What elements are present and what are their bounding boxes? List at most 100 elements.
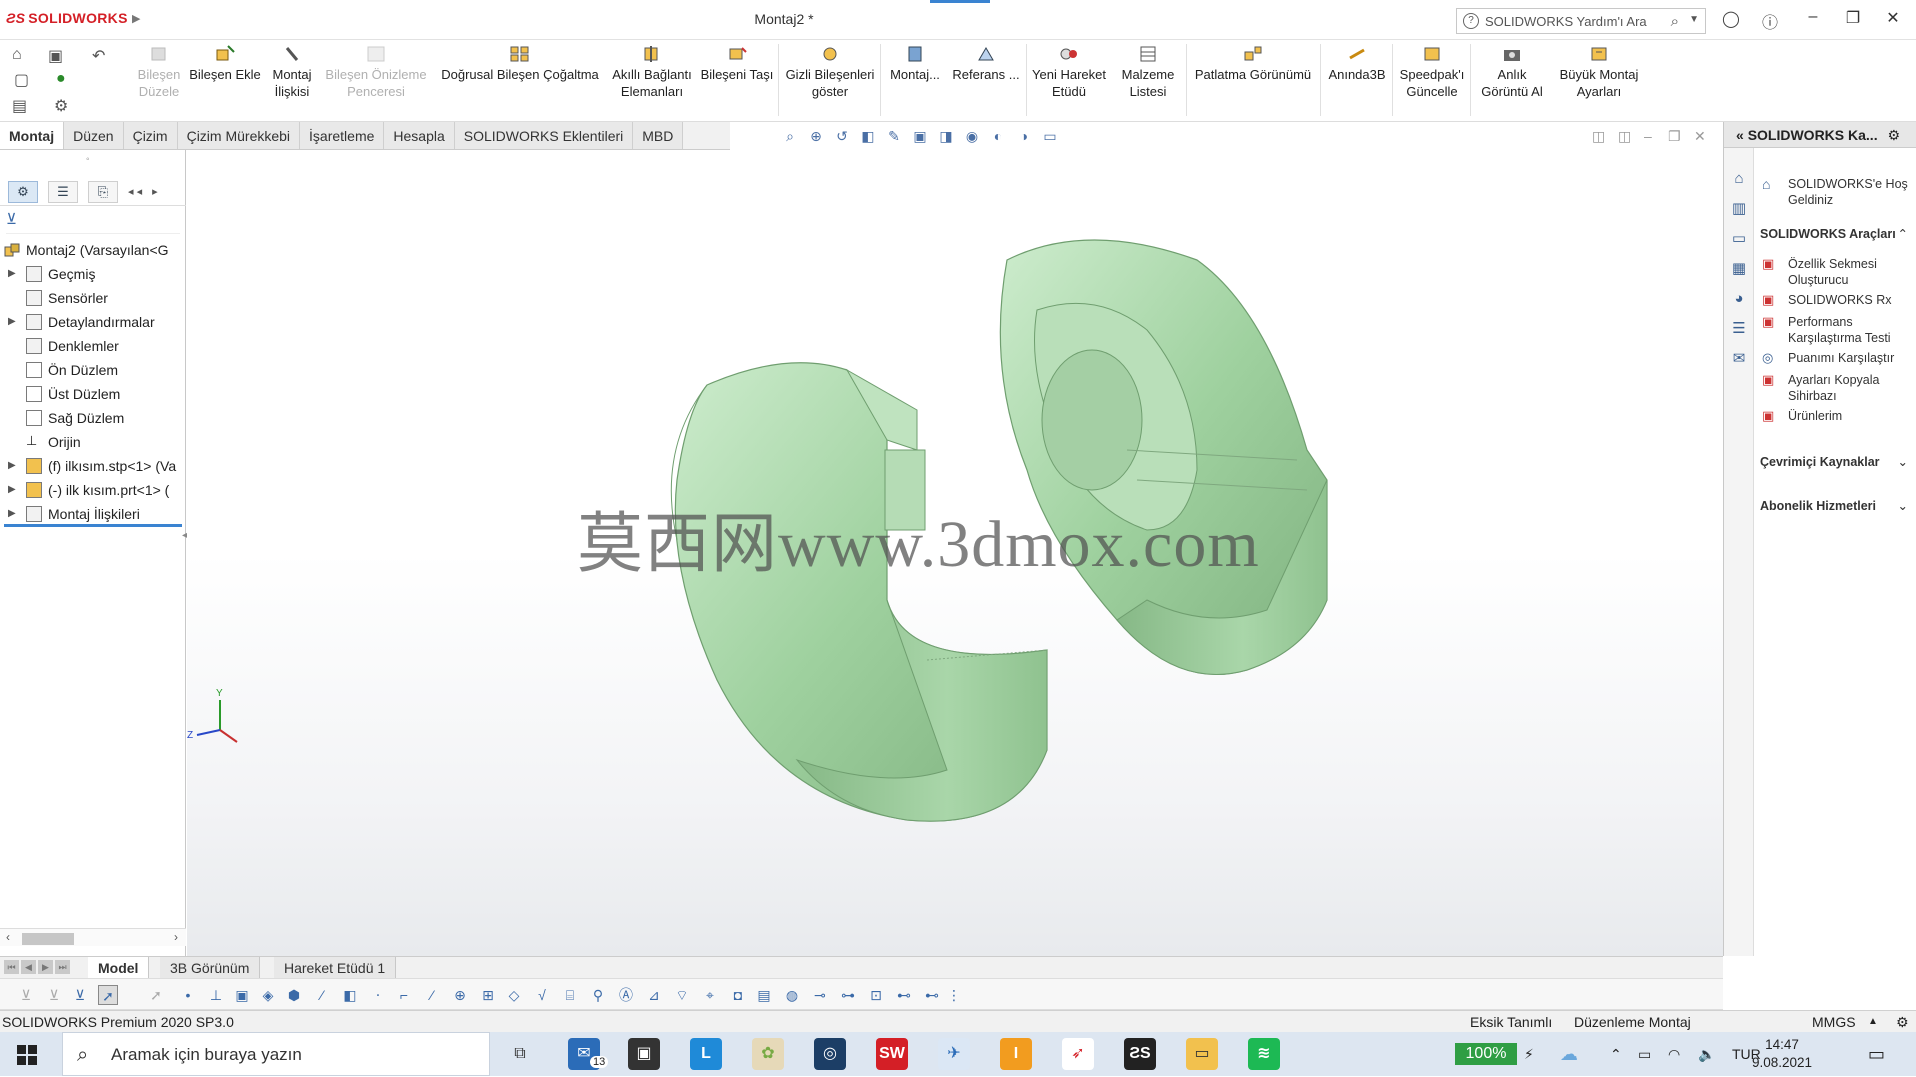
open-icon[interactable]: ▤	[12, 96, 27, 116]
unit-system[interactable]: MMGS	[1812, 1011, 1856, 1033]
undo-icon[interactable]: ↶	[92, 46, 105, 66]
filter-cosmetic-threads-icon[interactable]: ⌖	[700, 985, 720, 1005]
tree-item-sensors[interactable]: Sensörler	[0, 286, 186, 310]
tree-item-top-plane[interactable]: Üst Düzlem	[0, 382, 186, 406]
part-left[interactable]	[670, 362, 1048, 822]
expand-arrow-icon[interactable]: ▶	[8, 502, 16, 526]
solidworks-taskbar-icon[interactable]: SW	[876, 1038, 908, 1070]
tree-item-mates[interactable]: ▶ Montaj İlişkileri	[0, 502, 186, 526]
welcome-link[interactable]: ⌂ SOLIDWORKS'e Hoş Geldiniz	[1760, 176, 1910, 208]
filter-mate-ref-alt-icon[interactable]: ⊷	[922, 985, 942, 1005]
select-arrow-icon[interactable]: ➚	[98, 985, 118, 1005]
prev-tab-icon[interactable]: ◀	[21, 960, 36, 974]
notifications-icon[interactable]: ▭	[1868, 1032, 1885, 1076]
send-app-icon[interactable]: ✈	[938, 1038, 970, 1070]
filter-surface-finish-icon[interactable]: √	[532, 985, 552, 1005]
viewport-tile-icon[interactable]: ◫	[1592, 128, 1605, 145]
viewport-close-icon[interactable]: ✕	[1694, 128, 1706, 145]
rebuild-icon[interactable]: ●	[56, 70, 66, 88]
new-document-icon[interactable]: ▢	[14, 70, 29, 90]
part-right[interactable]	[999, 239, 1328, 676]
filter-all-icon[interactable]: ⊻	[70, 985, 90, 1005]
l-app-icon[interactable]: L	[690, 1038, 722, 1070]
filter-bom-icon[interactable]: ▤	[754, 985, 774, 1005]
task-view-icon[interactable]: ⧉	[504, 1038, 536, 1070]
tab-cizim-murekkebi[interactable]: Çizim Mürekkebi	[177, 122, 301, 149]
expand-arrow-icon[interactable]: ▶	[8, 454, 16, 478]
dynamic-annotation-icon[interactable]: ✎	[882, 126, 906, 146]
view-palette-icon[interactable]: ▦	[1728, 258, 1750, 280]
units-up-arrow-icon[interactable]: ▲	[1868, 1011, 1878, 1033]
battery-icon[interactable]: ▭	[1638, 1032, 1651, 1076]
battery-percent[interactable]: 100%	[1455, 1043, 1517, 1065]
tab-mbd[interactable]: MBD	[633, 122, 684, 149]
help-circle-icon[interactable]: ⓘ	[1762, 9, 1778, 33]
subscription-header[interactable]: Abonelik Hizmetleri ⌄	[1760, 498, 1910, 514]
settings-gear-icon[interactable]: ⚙	[1887, 127, 1900, 143]
feature-tree-tab-icon[interactable]: ⚙	[8, 180, 38, 203]
tool-link-my-products[interactable]: ▣ Ürünlerim	[1760, 408, 1910, 424]
filter-extra-icon[interactable]: ⋮	[944, 985, 964, 1005]
component-preview-button[interactable]: Bileşen Önizleme Penceresi	[322, 44, 430, 100]
home-icon[interactable]: ⌂	[12, 46, 22, 64]
new-motion-study-button[interactable]: Yeni Hareket Etüdü	[1030, 44, 1108, 100]
filter-gtol-icon[interactable]: ⌸	[560, 985, 580, 1005]
status-info-icon[interactable]: ⚙	[1896, 1011, 1909, 1033]
show-hidden-components-button[interactable]: Gizli Bileşenleri göster	[782, 44, 878, 100]
tree-item-part-1[interactable]: ▶ (f) ilkısım.stp<1> (Va	[0, 454, 186, 478]
filter-connection-points-icon[interactable]: ⊸	[810, 985, 830, 1005]
bird-app-icon[interactable]: ➶	[1062, 1038, 1094, 1070]
previous-view-icon[interactable]: ↺	[830, 126, 854, 146]
rollback-bar[interactable]	[4, 524, 182, 527]
restore-button[interactable]: ❐	[1838, 8, 1868, 28]
filter-funnel-icon[interactable]: ⊻	[6, 211, 17, 228]
forum-icon[interactable]: ✉	[1728, 348, 1750, 370]
filter-notes-icon[interactable]: ⚲	[588, 985, 608, 1005]
section-view-icon[interactable]: ◧	[856, 126, 880, 146]
filter-points-icon[interactable]: ⋅	[368, 985, 388, 1005]
tree-item-history[interactable]: ▶ Geçmiş	[0, 262, 186, 286]
property-manager-tab-icon[interactable]: ☰	[48, 180, 78, 203]
close-button[interactable]: ✕	[1878, 8, 1908, 28]
first-tab-icon[interactable]: ⏮	[4, 960, 19, 974]
capture-app-icon[interactable]: ◎	[814, 1038, 846, 1070]
scroll-thumb[interactable]	[22, 933, 74, 945]
chevron-up-icon[interactable]: ⌃	[1898, 226, 1908, 242]
zoom-to-fit-icon[interactable]: ⌕	[778, 126, 802, 146]
tree-filter[interactable]: ⊻	[6, 210, 180, 234]
edit-component-button[interactable]: Bileşen Düzele	[134, 44, 184, 100]
filter-dimensions-icon[interactable]: ◇	[504, 985, 524, 1005]
mate-button[interactable]: Montaj İlişkisi	[266, 44, 318, 100]
file-explorer-taskbar-icon[interactable]: ▭	[1186, 1038, 1218, 1070]
filter-dowel-icon[interactable]: ◍	[782, 985, 802, 1005]
filter-mate-ref-icon[interactable]: ⊷	[894, 985, 914, 1005]
tabs-left-arrow-icon[interactable]: ◂ ◂	[128, 185, 142, 198]
viewport-minimize-icon[interactable]: –	[1644, 128, 1652, 144]
graphics-area[interactable]: Y Z 莫西网www.3dmox.com	[187, 150, 1723, 956]
instant3d-button[interactable]: Anında3B	[1324, 44, 1390, 83]
smart-fasteners-button[interactable]: Akıllı Bağlantı Elemanları	[608, 44, 696, 100]
tool-link-compare-score[interactable]: ◎ Puanımı Karşılaştır	[1760, 350, 1910, 366]
expand-arrow-icon[interactable]: ▶	[8, 310, 16, 334]
filter-blocks-icon[interactable]: ◘	[728, 985, 748, 1005]
filter-faces-icon[interactable]: ▣	[232, 985, 252, 1005]
hide-show-items-icon[interactable]: ◉	[960, 126, 984, 146]
online-resources-header[interactable]: Çevrimiçi Kaynaklar ⌄	[1760, 454, 1910, 470]
filter-planes-icon[interactable]: ◧	[340, 985, 360, 1005]
tab-isaretleme[interactable]: İşaretleme	[300, 122, 385, 149]
filter-weld-icon[interactable]: ⊿	[644, 985, 664, 1005]
filter-solids-icon[interactable]: ⬢	[284, 985, 304, 1005]
tray-up-arrow-icon[interactable]: ⌃	[1610, 1032, 1622, 1076]
filter-datum-icon[interactable]: ⌔	[672, 985, 692, 1005]
configuration-manager-tab-icon[interactable]: ⎘	[88, 180, 118, 203]
filter-axes-icon[interactable]: ⁄	[312, 985, 332, 1005]
minimize-button[interactable]: –	[1798, 8, 1828, 26]
save-icon[interactable]: ▣	[48, 46, 63, 66]
filter-sketch-points-icon[interactable]: ⁄	[422, 985, 442, 1005]
ds-app-icon[interactable]: ƧS	[1124, 1038, 1156, 1070]
home-icon[interactable]: ⌂	[1728, 168, 1750, 190]
tabs-right-arrow-icon[interactable]: ▸	[152, 185, 158, 198]
options-gear-icon[interactable]: ⚙	[54, 96, 68, 116]
tool-link-copy-settings[interactable]: ▣ Ayarları Kopyala Sihirbazı	[1760, 372, 1910, 404]
panel-grip-icon[interactable]: ◦	[86, 154, 90, 165]
